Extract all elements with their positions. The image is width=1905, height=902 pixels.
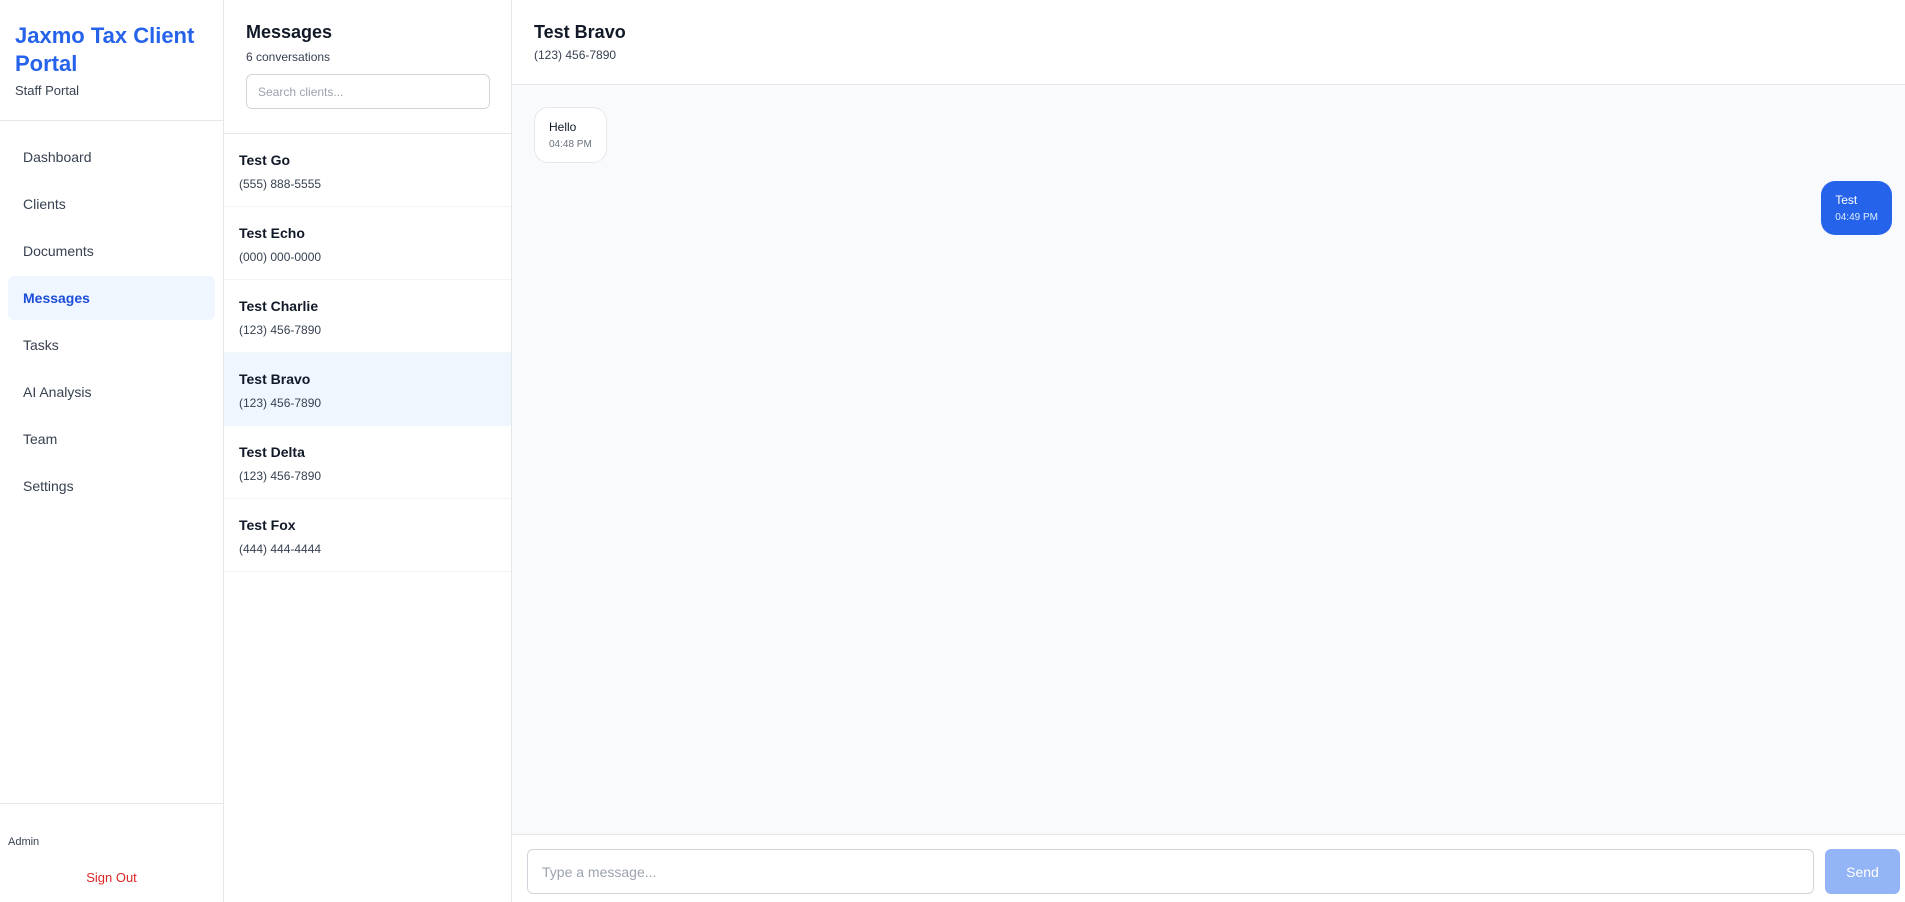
message-text: Test: [1835, 193, 1858, 207]
message-time: 04:49 PM: [1835, 212, 1878, 223]
nav-item-documents[interactable]: Documents: [8, 229, 215, 273]
conversation-phone: (555) 888-5555: [239, 177, 322, 191]
conversation-name: Test Charlie: [239, 298, 319, 314]
message-input[interactable]: [527, 849, 1814, 894]
contact-name: Test Bravo: [534, 22, 626, 42]
conversation-phone: (123) 456-7890: [239, 469, 322, 483]
nav-item-clients[interactable]: Clients: [8, 182, 215, 226]
conversations-title: Messages: [246, 22, 333, 42]
sign-out-button[interactable]: Sign Out: [0, 870, 223, 885]
chat-panel: Test Bravo (123) 456-7890 Hello 04:48 PM…: [512, 0, 1905, 902]
conversation-phone: (000) 000-0000: [239, 250, 322, 264]
nav-item-tasks[interactable]: Tasks: [8, 323, 215, 367]
send-button[interactable]: Send: [1825, 849, 1900, 894]
conversation-panel: Messages 6 conversations Test Go (555) 8…: [224, 0, 512, 902]
sidebar-footer: Admin Sign Out: [0, 803, 223, 902]
nav-item-settings[interactable]: Settings: [8, 464, 215, 508]
conversation-item[interactable]: Test Charlie (123) 456-7890: [224, 280, 511, 353]
conversation-count: 6 conversations: [246, 50, 331, 64]
conversation-header: Messages 6 conversations: [224, 0, 511, 134]
conversation-name: Test Bravo: [239, 371, 311, 387]
message-composer: Send: [512, 834, 1905, 902]
conversation-name: Test Fox: [239, 517, 296, 533]
app-subtitle: Staff Portal: [15, 83, 80, 98]
message-thread[interactable]: Hello 04:48 PM Test 04:49 PM: [512, 85, 1905, 833]
sidebar: Jaxmo Tax Client Portal Staff Portal Das…: [0, 0, 224, 902]
brand: Jaxmo Tax Client Portal Staff Portal: [0, 0, 223, 121]
contact-phone: (123) 456-7890: [534, 48, 617, 62]
nav-item-messages[interactable]: Messages: [8, 276, 215, 320]
conversation-item-selected[interactable]: Test Bravo (123) 456-7890: [224, 353, 511, 426]
message-bubble-outgoing: Test 04:49 PM: [1821, 181, 1892, 235]
nav-item-team[interactable]: Team: [8, 417, 215, 461]
message-time: 04:48 PM: [549, 139, 592, 150]
nav-item-dashboard[interactable]: Dashboard: [8, 135, 215, 179]
nav-item-ai-analysis[interactable]: AI Analysis: [8, 370, 215, 414]
conversation-item[interactable]: Test Delta (123) 456-7890: [224, 426, 511, 499]
conversation-phone: (123) 456-7890: [239, 323, 322, 337]
conversation-phone: (444) 444-4444: [239, 542, 322, 556]
user-role: Admin: [8, 836, 40, 848]
message-text: Hello: [549, 120, 577, 134]
client-search-input[interactable]: [246, 74, 490, 109]
conversation-name: Test Echo: [239, 225, 305, 241]
chat-header: Test Bravo (123) 456-7890: [512, 0, 1905, 85]
app-title: Jaxmo Tax Client Portal: [15, 23, 195, 76]
conversation-item[interactable]: Test Go (555) 888-5555: [224, 134, 511, 207]
conversation-name: Test Go: [239, 152, 291, 168]
main-nav: Dashboard Clients Documents Messages Tas…: [0, 121, 223, 525]
message-bubble-incoming: Hello 04:48 PM: [534, 107, 607, 163]
conversation-name: Test Delta: [239, 444, 305, 460]
conversation-phone: (123) 456-7890: [239, 396, 322, 410]
conversation-item[interactable]: Test Echo (000) 000-0000: [224, 207, 511, 280]
conversation-item[interactable]: Test Fox (444) 444-4444: [224, 499, 511, 572]
